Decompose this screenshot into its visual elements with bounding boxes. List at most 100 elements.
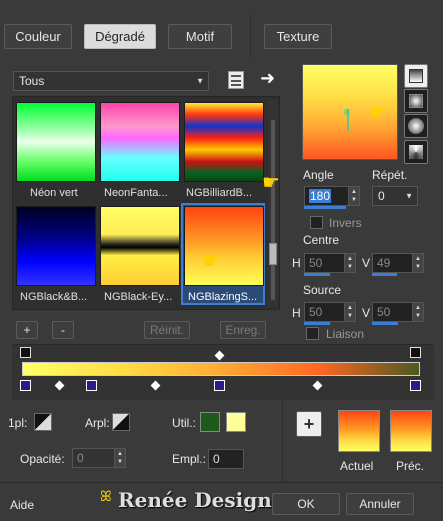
gradient-label: NGBlazingS... <box>188 291 258 303</box>
gradient-label: Néon vert <box>30 187 78 199</box>
gradient-thumb-neon-vert[interactable] <box>16 102 96 182</box>
center-v-input[interactable]: 49 ▲ ▼ <box>372 253 424 273</box>
util-color-swatch[interactable] <box>200 412 220 432</box>
source-v-label: V <box>362 306 371 320</box>
empl-input[interactable]: 0 <box>208 449 244 469</box>
category-select[interactable]: Tous ▼ <box>13 71 209 91</box>
gradient-label: NGBilliardB... <box>186 187 253 199</box>
center-v-slider[interactable] <box>372 273 397 276</box>
source-v-value: 50 <box>377 305 391 319</box>
center-v-label: V <box>362 256 371 270</box>
category-select-value: Tous <box>19 74 45 88</box>
gradient-thumb-neonfanta[interactable] <box>100 102 180 182</box>
chevron-down-icon: ▼ <box>405 191 413 201</box>
empl-value: 0 <box>213 452 220 466</box>
center-v-value: 49 <box>377 256 391 270</box>
pl-label: 1pl: <box>8 416 28 430</box>
pointing-hand-icon: ☛ <box>370 102 388 124</box>
opacity-input[interactable]: 0 ▲ ▼ <box>72 448 126 468</box>
link-checkbox[interactable] <box>306 327 319 340</box>
opacity-stop-right[interactable] <box>410 347 421 358</box>
tab-separator <box>250 14 251 58</box>
source-h-input[interactable]: 50 ▲ ▼ <box>304 302 356 322</box>
opacity-stepper[interactable]: ▲ ▼ <box>114 449 125 467</box>
tab-couleur[interactable]: Couleur <box>4 24 72 49</box>
color-stop[interactable] <box>86 380 97 391</box>
center-h-input[interactable]: 50 ▲ ▼ <box>304 253 356 273</box>
empl-label: Empl.: <box>172 452 207 466</box>
tab-motif[interactable]: Motif <box>168 24 232 49</box>
repeat-select[interactable]: 0 ▼ <box>372 186 418 206</box>
pointing-hand-icon: ☛ <box>262 172 280 194</box>
style-radial-button[interactable] <box>404 114 428 138</box>
source-v-stepper[interactable]: ▲ ▼ <box>412 303 423 321</box>
angle-stepper[interactable]: ▲ ▼ <box>348 187 359 205</box>
opacity-value: 0 <box>77 451 84 465</box>
source-v-input[interactable]: 50 ▲ ▼ <box>372 302 424 322</box>
color-stop[interactable] <box>20 380 31 391</box>
invert-checkbox[interactable] <box>310 216 323 229</box>
add-gradient-button[interactable]: + <box>16 321 38 339</box>
arrow-right-icon[interactable]: ➜ <box>260 68 275 89</box>
center-h-stepper[interactable]: ▲ ▼ <box>344 254 355 272</box>
style-sunburst-button[interactable] <box>404 140 428 164</box>
center-h-value: 50 <box>309 256 323 270</box>
style-linear-button[interactable] <box>404 64 428 88</box>
gradient-thumb-ngblack-b[interactable] <box>16 206 96 286</box>
footer-divider <box>0 482 443 483</box>
current-label: Actuel <box>340 459 374 473</box>
gradient-label: NeonFanta... <box>104 187 168 199</box>
angle-label: Angle <box>303 168 334 182</box>
gradient-thumb-ngblazing[interactable] <box>184 206 264 286</box>
watermark-text: Renée Design <box>118 488 272 512</box>
center-v-stepper[interactable]: ▲ ▼ <box>412 254 423 272</box>
tab-degrade[interactable]: Dégradé <box>84 24 156 49</box>
bottom-divider <box>282 402 283 482</box>
angle-value: 180 <box>309 189 332 203</box>
invert-label: Invers <box>329 216 362 230</box>
source-h-slider[interactable] <box>304 322 330 325</box>
gradient-thumb-ngblack-ey[interactable] <box>100 206 180 286</box>
previous-swatch[interactable] <box>390 410 432 452</box>
source-h-value: 50 <box>309 305 323 319</box>
angle-input[interactable]: 180 ▲ ▼ <box>304 186 360 206</box>
scrollbar-thumb[interactable] <box>269 243 277 265</box>
color-stop[interactable] <box>214 380 225 391</box>
arpl-label: Arpl: <box>85 416 110 430</box>
background-corner-icon[interactable] <box>112 413 130 431</box>
ok-button[interactable]: OK <box>272 493 340 515</box>
gradient-editor-bar[interactable] <box>22 362 420 376</box>
util-label: Util.: <box>172 416 196 430</box>
repeat-value: 0 <box>378 189 385 203</box>
center-h-label: H <box>292 256 301 270</box>
gradient-thumb-ngbilliard[interactable] <box>184 102 264 182</box>
pointing-hand-icon: ☛ <box>199 246 224 275</box>
opacity-label: Opacité: <box>20 452 65 466</box>
angle-slider-bar[interactable] <box>304 206 346 209</box>
source-label: Source <box>303 283 342 297</box>
center-h-slider[interactable] <box>304 273 330 276</box>
color-stop[interactable] <box>410 380 421 391</box>
gradient-label: NGBlack-Ey... <box>104 291 173 303</box>
add-to-library-button[interactable]: + <box>296 411 322 437</box>
chevron-down-icon: ▼ <box>196 76 204 86</box>
reset-button[interactable]: Réinit. <box>144 321 190 339</box>
current-swatch[interactable] <box>338 410 380 452</box>
save-gradient-button[interactable]: Enreg. <box>220 321 266 339</box>
cancel-button[interactable]: Annuler <box>346 493 414 515</box>
style-rectangular-button[interactable] <box>404 89 428 113</box>
opacity-stop-left[interactable] <box>20 347 31 358</box>
util-color-swatch-light[interactable] <box>226 412 246 432</box>
fill-corner-icon[interactable] <box>34 413 52 431</box>
remove-gradient-button[interactable]: - <box>52 321 74 339</box>
help-link[interactable]: Aide <box>10 498 34 512</box>
gradient-label: NGBlack&B... <box>20 291 88 303</box>
center-label: Centre <box>303 233 340 247</box>
list-scrollbar[interactable] <box>268 100 278 306</box>
repeat-label: Répét. <box>372 168 408 182</box>
source-h-label: H <box>292 306 301 320</box>
view-mode-icon[interactable] <box>228 71 244 89</box>
source-h-stepper[interactable]: ▲ ▼ <box>344 303 355 321</box>
source-v-slider[interactable] <box>372 322 398 325</box>
tab-texture[interactable]: Texture <box>264 24 332 49</box>
